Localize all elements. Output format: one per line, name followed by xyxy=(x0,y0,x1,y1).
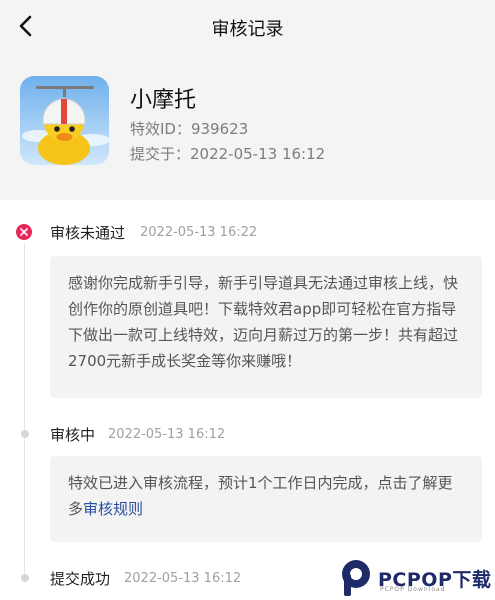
step-dot xyxy=(21,430,29,438)
review-rules-link[interactable]: 审核规则 xyxy=(83,500,143,518)
step-status: 提交成功 xyxy=(50,570,111,588)
step-dot xyxy=(21,574,29,582)
watermark: PCPOP下载 PCPOP Download xyxy=(340,556,495,600)
timeline-line xyxy=(24,244,25,574)
effect-id: 特效ID：939623 xyxy=(130,120,249,138)
rejection-message: 感谢你完成新手引导，新手引导道具无法通过审核上线，快创作你的原创道具吧！下载特效… xyxy=(50,256,482,398)
close-icon xyxy=(20,228,28,236)
step-time: 2022-05-13 16:22 xyxy=(140,225,258,240)
submit-time: 提交于：2022-05-13 16:12 xyxy=(130,145,326,163)
step-status: 审核未通过 xyxy=(50,224,126,242)
effect-header: 小摩托 特效ID：939623 提交于：2022-05-13 16:12 xyxy=(0,52,495,200)
step-time: 2022-05-13 16:12 xyxy=(124,571,242,586)
effect-thumbnail[interactable] xyxy=(20,76,109,165)
page-title: 审核记录 xyxy=(211,19,284,40)
fail-status-icon xyxy=(16,224,32,240)
nav-bar: 审核记录 xyxy=(0,0,495,52)
effect-name: 小摩托 xyxy=(130,88,197,113)
step-status: 审核中 xyxy=(50,426,96,444)
step-time: 2022-05-13 16:12 xyxy=(108,427,226,442)
watermark-subtitle: PCPOP Download xyxy=(380,586,446,593)
pcpop-logo-icon xyxy=(342,560,370,596)
review-message: 特效已进入审核流程，预计1个工作日内完成，点击了解更多审核规则 xyxy=(50,456,482,542)
duck-helmet-icon xyxy=(20,76,109,165)
message-text: 感谢你完成新手引导，新手引导道具无法通过审核上线，快创作你的原创道具吧！下载特效… xyxy=(68,274,459,370)
